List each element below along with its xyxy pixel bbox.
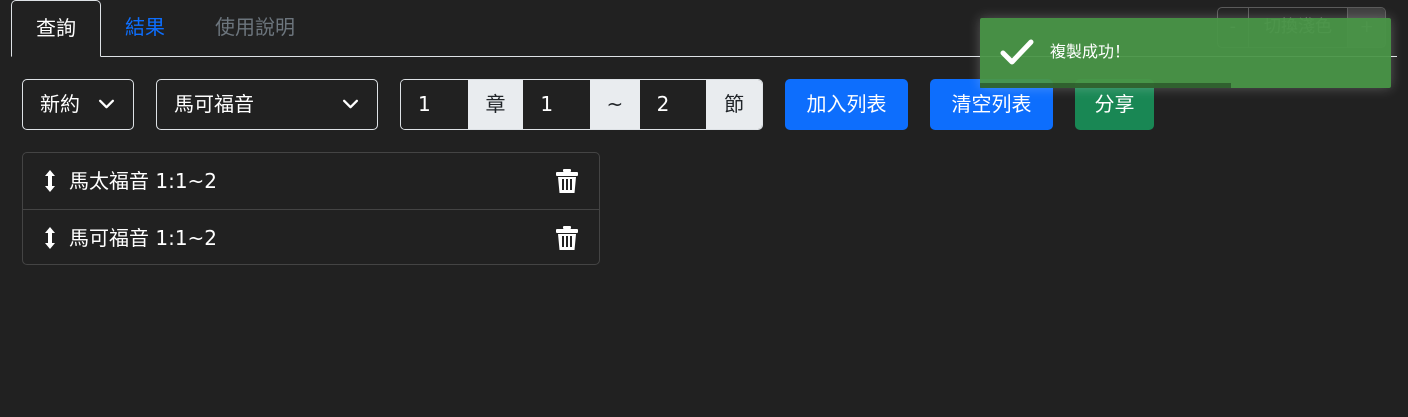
drag-handle-icon[interactable] xyxy=(43,169,57,193)
tab-results[interactable]: 結果 xyxy=(125,0,165,57)
tab-help[interactable]: 使用說明 xyxy=(215,0,295,57)
verse-end-input[interactable]: 2 xyxy=(639,80,707,129)
checkmark-icon xyxy=(1000,39,1034,65)
testament-select-value: 新約 xyxy=(40,92,80,116)
list-item[interactable]: 馬太福音 1:1~2 xyxy=(23,153,599,209)
chapter-input[interactable]: 1 xyxy=(401,80,468,129)
range-separator: ~ xyxy=(589,80,640,129)
list-item[interactable]: 馬可福音 1:1~2 xyxy=(23,209,599,264)
chapter-unit-label: 章 xyxy=(467,80,524,129)
book-select[interactable]: 馬可福音 xyxy=(156,79,378,130)
book-select-value: 馬可福音 xyxy=(174,92,254,116)
verse-range-group: 1 章 1 ~ 2 節 xyxy=(400,79,763,130)
toast-message: 複製成功！ xyxy=(1050,42,1131,61)
success-toast[interactable]: 複製成功！ xyxy=(980,18,1391,88)
toast-progress-bar xyxy=(980,83,1231,88)
trash-icon[interactable] xyxy=(555,168,579,194)
drag-handle-icon[interactable] xyxy=(43,226,57,250)
chevron-down-icon xyxy=(342,99,359,109)
add-to-list-button[interactable]: 加入列表 xyxy=(785,79,908,130)
list-item-label: 馬可福音 1:1~2 xyxy=(69,226,218,250)
verse-start-input[interactable]: 1 xyxy=(523,80,590,129)
testament-select[interactable]: 新約 xyxy=(22,79,134,130)
chevron-down-icon xyxy=(98,99,115,109)
verse-unit-label: 節 xyxy=(706,80,762,129)
passage-list: 馬太福音 1:1~2 馬可福音 1:1~2 xyxy=(22,152,600,265)
list-item-label: 馬太福音 1:1~2 xyxy=(69,169,218,193)
trash-icon[interactable] xyxy=(555,225,579,251)
tab-query[interactable]: 查詢 xyxy=(11,0,101,57)
